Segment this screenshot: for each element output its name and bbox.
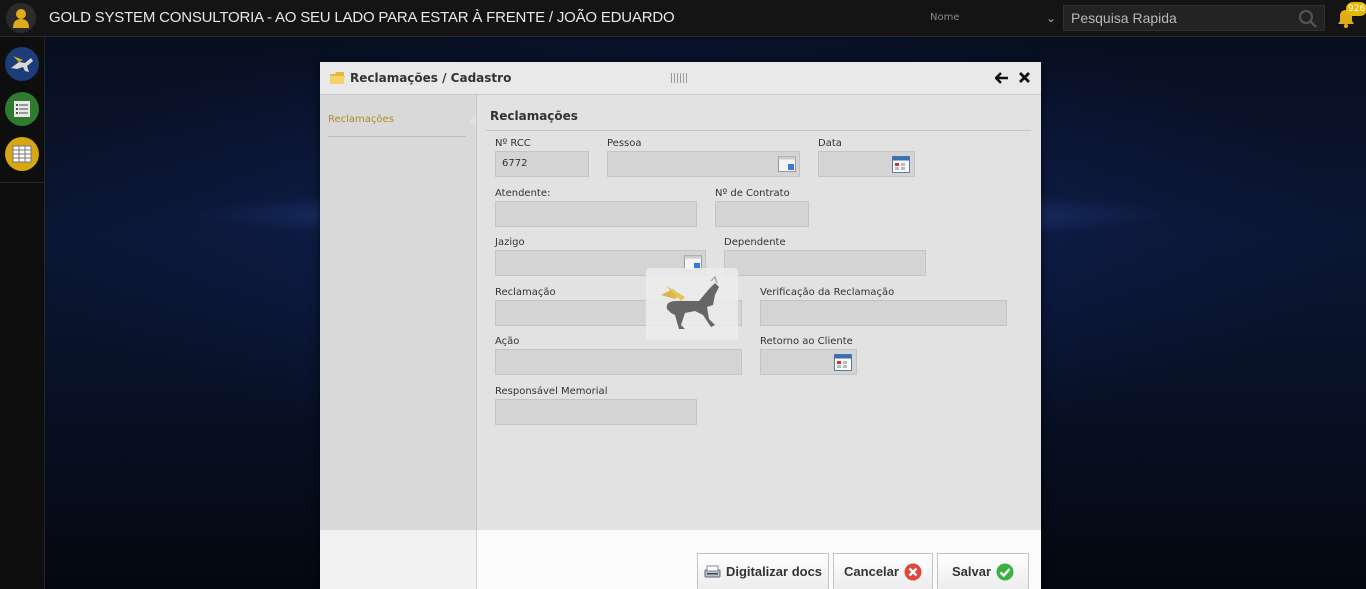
pessoa-label: Pessoa [607,138,642,149]
search-field-select[interactable]: Nome ⌄ [926,6,1058,30]
chevron-down-icon: ⌄ [1045,11,1056,25]
section-divider [486,130,1031,131]
folder-icon [330,72,345,84]
user-icon [13,9,29,28]
acao-label: Ação [495,336,520,347]
pessoa-field[interactable] [607,151,800,177]
nav-item-reclamacoes[interactable]: Reclamações [328,114,466,137]
search-field-select-value: Nome [930,12,960,23]
section-title: Reclamações [490,109,578,123]
digitalizar-docs-label: Digitalizar docs [725,564,823,579]
jazigo-label: Jazigo [495,237,525,248]
arrow-left-icon[interactable] [995,71,1009,85]
grid-icon [12,145,32,163]
close-icon[interactable] [1018,71,1031,84]
acao-field[interactable] [495,349,742,375]
contrato-label: Nº de Contrato [715,188,790,199]
left-sidebar [0,37,45,589]
drag-handle[interactable] [671,73,687,83]
cancel-icon [904,563,922,580]
save-label: Salvar [951,564,992,579]
modal-header[interactable]: Reclamações / Cadastro [320,62,1041,95]
nav-item-label: Reclamações [328,114,394,125]
calendar-icon[interactable] [834,353,852,371]
contrato-field[interactable] [715,201,809,227]
dependente-field[interactable] [724,250,926,276]
atendente-label: Atendente: [495,188,551,199]
checkmark-icon [996,563,1014,580]
rcc-label: Nº RCC [495,138,531,149]
modal-title: Reclamações / Cadastro [350,71,512,85]
sidebar-divider [0,182,44,183]
user-avatar[interactable] [6,3,36,33]
cancel-button[interactable]: Cancelar [833,553,933,589]
sidebar-list-button[interactable] [5,92,39,126]
responsavel-field[interactable] [495,399,697,425]
scanner-icon [704,565,721,577]
notification-badge: 926 [1346,2,1366,16]
quick-search-box [1063,5,1325,31]
cancel-label: Cancelar [844,564,899,579]
pegasus-icon [11,56,33,72]
dependente-label: Dependente [724,237,786,248]
quick-search-input[interactable] [1071,9,1291,27]
pegasus-loading-icon [661,275,719,329]
app-title: GOLD SYSTEM CONSULTORIA - AO SEU LADO PA… [49,9,675,26]
modal-footer-left [320,530,477,589]
retorno-label: Retorno ao Cliente [760,336,853,347]
lookup-icon[interactable] [778,156,796,172]
verificacao-field[interactable] [760,300,1007,326]
top-bar: GOLD SYSTEM CONSULTORIA - AO SEU LADO PA… [0,0,1366,37]
verificacao-label: Verificação da Reclamação [760,287,895,298]
data-label: Data [818,138,842,149]
atendente-field[interactable] [495,201,697,227]
nav-active-pointer [469,115,476,127]
sidebar-grid-button[interactable] [5,137,39,171]
sidebar-home-button[interactable] [5,47,39,81]
list-icon [14,101,30,117]
digitalizar-docs-button[interactable]: Digitalizar docs [697,553,829,589]
reclamacao-label: Reclamação [495,287,556,298]
search-icon[interactable] [1298,9,1318,29]
calendar-icon[interactable] [892,155,910,173]
modal-nav-panel: Reclamações [320,95,477,530]
responsavel-label: Responsável Memorial [495,386,608,397]
loading-indicator [646,268,738,340]
rcc-field[interactable]: 6772 [495,151,589,177]
save-button[interactable]: Salvar [937,553,1029,589]
